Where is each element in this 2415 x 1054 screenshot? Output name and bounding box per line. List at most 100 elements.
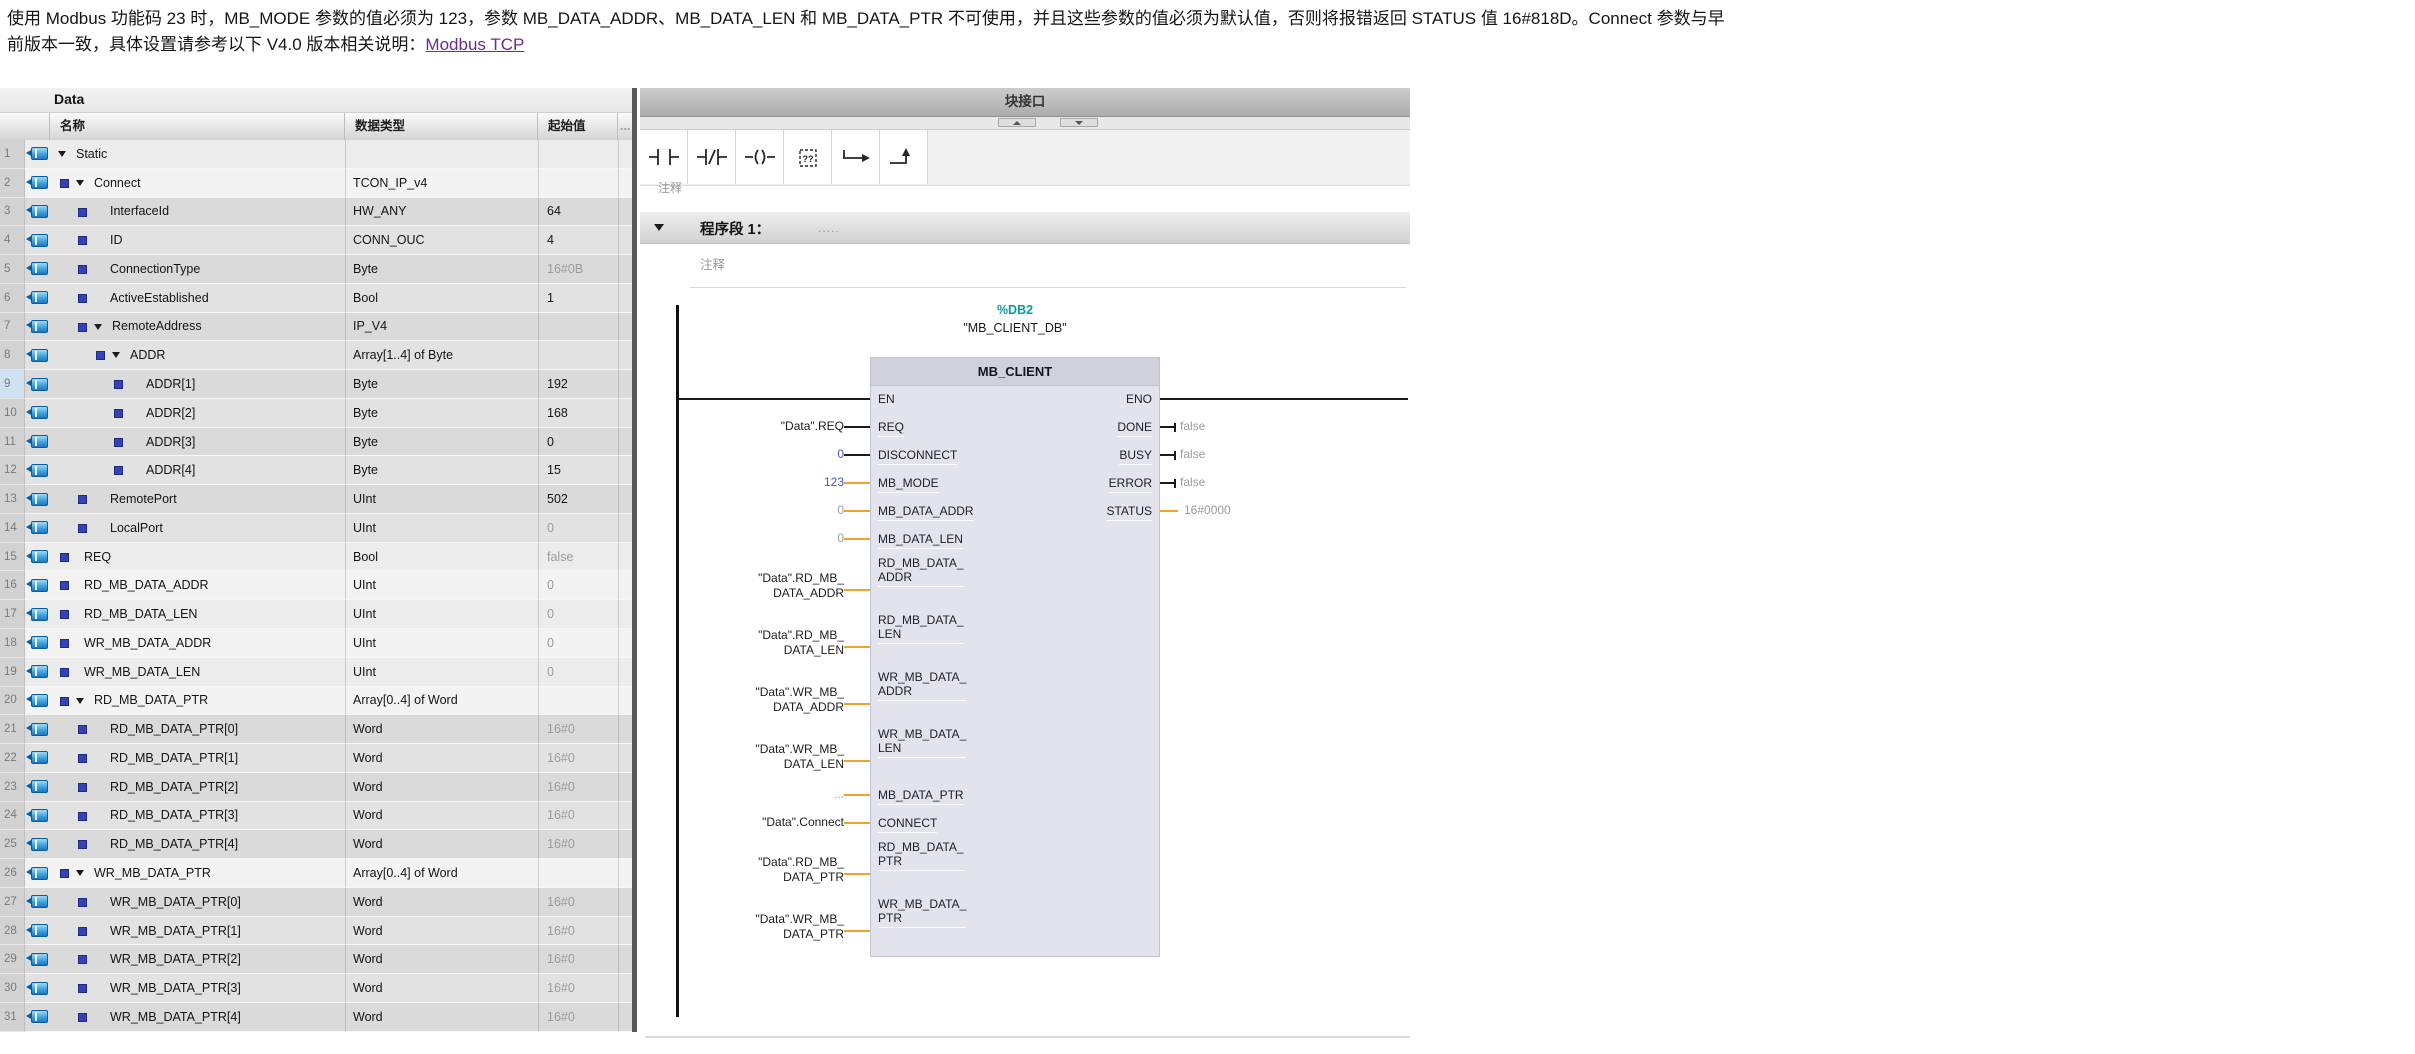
row-number[interactable]: 23 (0, 773, 25, 802)
name-cell[interactable]: RD_MB_DATA_PTR[4] (50, 830, 345, 859)
empty-box-button[interactable]: ?? (784, 130, 832, 184)
table-row[interactable]: 31WR_MB_DATA_PTR[4]Word16#0 (0, 1003, 632, 1032)
start-value-cell[interactable]: 16#0 (538, 945, 618, 974)
name-cell[interactable]: RemotePort (50, 485, 345, 514)
table-row[interactable]: 19WR_MB_DATA_LENUInt0 (0, 658, 632, 687)
data-type-cell[interactable]: Array[1..4] of Byte (345, 341, 538, 370)
coil-button[interactable] (736, 130, 784, 184)
close-branch-button[interactable] (880, 130, 928, 184)
name-cell[interactable]: RD_MB_DATA_LEN (50, 600, 345, 629)
operand-disconnect[interactable]: 0 (640, 447, 844, 462)
start-value-cell[interactable]: 1 (538, 284, 618, 313)
row-number[interactable]: 16 (0, 571, 25, 600)
operand-wr_mb_data_ptr[interactable]: "Data".WR_MB_DATA_PTR (640, 912, 844, 942)
table-row[interactable]: 10ADDR[2]Byte168 (0, 399, 632, 428)
name-cell[interactable]: REQ (50, 543, 345, 572)
name-cell[interactable]: ADDR[4] (50, 456, 345, 485)
row-number[interactable]: 13 (0, 485, 25, 514)
name-cell[interactable]: ActiveEstablished (50, 284, 345, 313)
name-cell[interactable]: WR_MB_DATA_ADDR (50, 629, 345, 658)
table-row[interactable]: 5ConnectionTypeByte16#0B (0, 255, 632, 284)
operand-error[interactable]: false (1180, 475, 1205, 490)
start-value-cell[interactable]: false (538, 543, 618, 572)
instance-db-name[interactable]: "MB_CLIENT_DB" (870, 321, 1160, 335)
name-cell[interactable]: ADDR[2] (50, 399, 345, 428)
start-value-cell[interactable]: 16#0 (538, 773, 618, 802)
data-type-cell[interactable]: UInt (345, 629, 538, 658)
row-number[interactable]: 1 (0, 140, 25, 169)
name-cell[interactable]: WR_MB_DATA_LEN (50, 658, 345, 687)
row-number[interactable]: 14 (0, 514, 25, 543)
contact-no-button[interactable] (640, 130, 688, 184)
table-row[interactable]: 30WR_MB_DATA_PTR[3]Word16#0 (0, 974, 632, 1003)
start-value-cell[interactable]: 16#0 (538, 1003, 618, 1032)
start-value-cell[interactable]: 0 (538, 629, 618, 658)
name-cell[interactable]: RemoteAddress (50, 313, 345, 342)
block-pin-done[interactable]: DONE (1117, 420, 1152, 437)
block-pin-mb_data_addr[interactable]: MB_DATA_ADDR (878, 504, 974, 521)
row-number[interactable]: 11 (0, 428, 25, 457)
start-value-cell[interactable] (538, 859, 618, 888)
name-cell[interactable]: RD_MB_DATA_PTR (50, 687, 345, 716)
block-pin-status[interactable]: STATUS (1106, 504, 1152, 521)
row-number[interactable]: 15 (0, 543, 25, 572)
table-row[interactable]: 4IDCONN_OUC4 (0, 226, 632, 255)
operand-busy[interactable]: false (1180, 447, 1205, 462)
data-type-cell[interactable]: CONN_OUC (345, 226, 538, 255)
expand-triangle-icon[interactable] (112, 352, 120, 358)
start-value-cell[interactable]: 16#0 (538, 744, 618, 773)
start-value-cell[interactable]: 502 (538, 485, 618, 514)
modbus-tcp-link[interactable]: Modbus TCP (425, 35, 524, 54)
row-number[interactable]: 19 (0, 658, 25, 687)
data-type-cell[interactable]: Bool (345, 543, 538, 572)
header-type[interactable]: 数据类型 (345, 113, 538, 140)
table-row[interactable]: 25RD_MB_DATA_PTR[4]Word16#0 (0, 830, 632, 859)
name-cell[interactable]: RD_MB_DATA_ADDR (50, 571, 345, 600)
start-value-cell[interactable]: 16#0 (538, 888, 618, 917)
table-row[interactable]: 24RD_MB_DATA_PTR[3]Word16#0 (0, 802, 632, 831)
operand-wr_mb_data_len[interactable]: "Data".WR_MB_DATA_LEN (640, 742, 844, 772)
data-type-cell[interactable]: UInt (345, 600, 538, 629)
row-number[interactable]: 2 (0, 169, 25, 198)
block-pin-mb_mode[interactable]: MB_MODE (878, 476, 939, 493)
block-pin-disconnect[interactable]: DISCONNECT (878, 448, 957, 465)
operand-rd_mb_data_ptr[interactable]: "Data".RD_MB_DATA_PTR (640, 855, 844, 885)
table-row[interactable]: 17RD_MB_DATA_LENUInt0 (0, 600, 632, 629)
start-value-cell[interactable]: 16#0 (538, 802, 618, 831)
header-name[interactable]: 名称 (50, 113, 345, 140)
table-row[interactable]: 8ADDRArray[1..4] of Byte (0, 341, 632, 370)
open-branch-button[interactable] (832, 130, 880, 184)
start-value-cell[interactable]: 64 (538, 198, 618, 227)
name-cell[interactable]: LocalPort (50, 514, 345, 543)
name-cell[interactable]: WR_MB_DATA_PTR[0] (50, 888, 345, 917)
name-cell[interactable]: WR_MB_DATA_PTR (50, 859, 345, 888)
start-value-cell[interactable]: 16#0 (538, 715, 618, 744)
data-type-cell[interactable]: Byte (345, 255, 538, 284)
table-row[interactable]: 13RemotePortUInt502 (0, 485, 632, 514)
block-pin-rd_mb_data_addr[interactable]: RD_MB_DATA_ADDR (878, 556, 964, 587)
row-number[interactable]: 31 (0, 1003, 25, 1032)
table-row[interactable]: 27WR_MB_DATA_PTR[0]Word16#0 (0, 888, 632, 917)
data-type-cell[interactable]: TCON_IP_v4 (345, 169, 538, 198)
table-row[interactable]: 3InterfaceIdHW_ANY64 (0, 198, 632, 227)
name-cell[interactable]: RD_MB_DATA_PTR[1] (50, 744, 345, 773)
row-number[interactable]: 29 (0, 945, 25, 974)
start-value-cell[interactable]: 192 (538, 370, 618, 399)
name-cell[interactable]: WR_MB_DATA_PTR[1] (50, 917, 345, 946)
row-number[interactable]: 6 (0, 284, 25, 313)
row-number[interactable]: 4 (0, 226, 25, 255)
expand-triangle-icon[interactable] (76, 180, 84, 186)
block-interface-bar[interactable]: 块接口 (640, 88, 1410, 117)
name-cell[interactable]: ADDR[1] (50, 370, 345, 399)
start-value-cell[interactable]: 168 (538, 399, 618, 428)
name-cell[interactable]: RD_MB_DATA_PTR[0] (50, 715, 345, 744)
data-type-cell[interactable]: Byte (345, 399, 538, 428)
block-pin-en[interactable]: EN (878, 392, 895, 406)
row-number[interactable]: 21 (0, 715, 25, 744)
table-row[interactable]: 15 REQBoolfalse (0, 543, 632, 572)
data-type-cell[interactable]: UInt (345, 658, 538, 687)
name-cell[interactable]: ConnectionType (50, 255, 345, 284)
table-row[interactable]: 9ADDR[1]Byte192 (0, 370, 632, 399)
name-cell[interactable]: WR_MB_DATA_PTR[3] (50, 974, 345, 1003)
table-row[interactable]: 23RD_MB_DATA_PTR[2]Word16#0 (0, 773, 632, 802)
